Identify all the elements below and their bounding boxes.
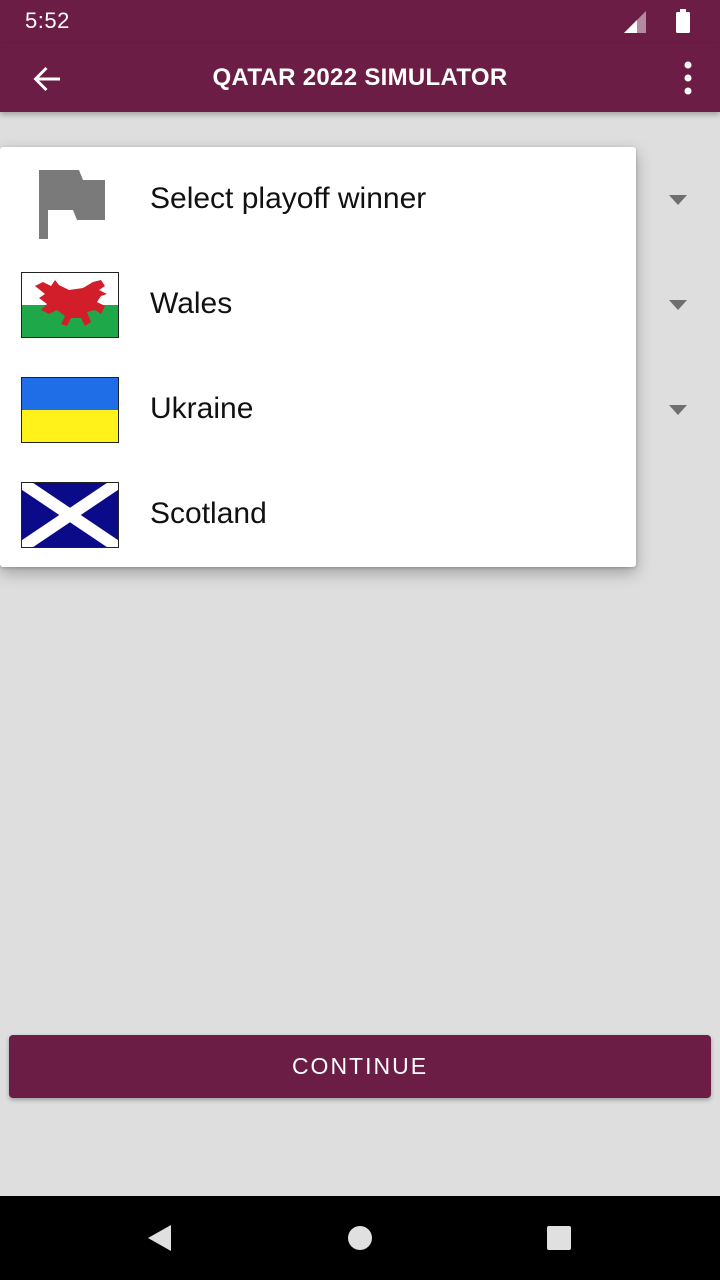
signal-icon: [624, 11, 646, 33]
system-nav-bar: [0, 1196, 720, 1280]
dropdown-item-placeholder[interactable]: Select playoff winner: [0, 147, 636, 252]
overflow-menu-icon[interactable]: [678, 58, 698, 100]
dropdown-item-label: Ukraine: [150, 392, 254, 425]
status-icons: [624, 9, 690, 33]
dropdown-arrow-icon: [669, 300, 687, 310]
dropdown-arrow-icon: [669, 195, 687, 205]
battery-icon: [676, 9, 690, 33]
nav-recents-icon[interactable]: [539, 1218, 579, 1258]
app-title: QATAR 2022 SIMULATOR: [212, 64, 508, 91]
dropdown-item-label: Wales: [150, 287, 233, 320]
continue-button[interactable]: CONTINUE: [9, 1035, 711, 1098]
nav-back-icon[interactable]: [140, 1218, 180, 1258]
playoff-winner-dropdown: Select playoff winner Wales Ukraine Scot…: [0, 147, 636, 567]
wales-flag-icon: [21, 272, 119, 338]
dropdown-item-label: Scotland: [150, 497, 267, 530]
status-bar: 5:52: [0, 0, 720, 44]
app-bar: QATAR 2022 SIMULATOR: [0, 44, 720, 112]
flag-placeholder-icon: [39, 170, 105, 239]
dropdown-item-ukraine[interactable]: Ukraine: [0, 357, 636, 462]
ukraine-flag-icon: [21, 377, 119, 443]
scotland-flag-icon: [21, 482, 119, 548]
status-time: 5:52: [25, 8, 70, 33]
dropdown-item-scotland[interactable]: Scotland: [0, 462, 636, 567]
dropdown-item-label: Select playoff winner: [150, 182, 427, 215]
dropdown-item-wales[interactable]: Wales: [0, 252, 636, 357]
dropdown-arrow-icon: [669, 405, 687, 415]
nav-home-icon[interactable]: [340, 1218, 380, 1258]
